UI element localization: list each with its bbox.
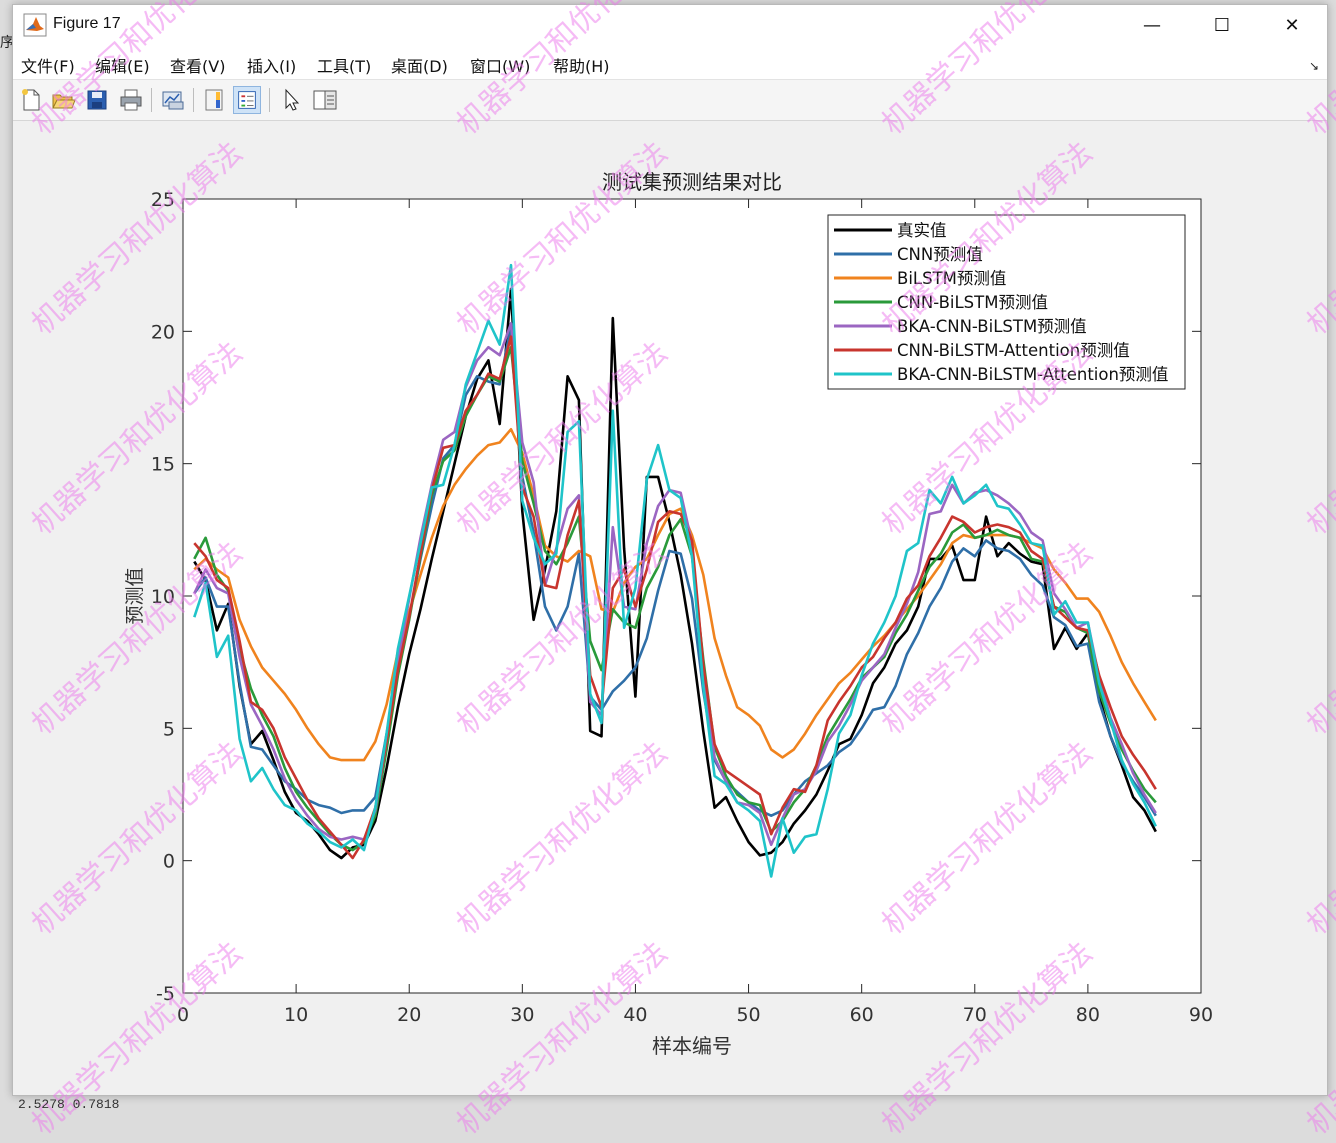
menu-desktop[interactable]: 桌面(D) xyxy=(391,53,448,77)
legend-label: 真实值 xyxy=(897,221,947,240)
menu-view[interactable]: 查看(V) xyxy=(170,53,225,77)
line-chart[interactable]: 测试集预测结果对比 样本编号 预测值 0 10 20 30 40 50 60 70 80 90-5… xyxy=(13,121,1327,1097)
maximize-button[interactable]: ☐ xyxy=(1187,5,1257,45)
legend-label: BKA-CNN-BiLSTM-Attention预测值 xyxy=(897,365,1168,384)
figure-canvas-area: 测试集预测结果对比 样本编号 预测值 0 10 20 30 40 50 60 70 80 90 -5… xyxy=(13,121,1327,1095)
property-inspector-icon[interactable] xyxy=(311,86,339,114)
title-bar[interactable]: Figure 17 — ☐ ✕ xyxy=(13,5,1327,45)
maximize-icon: ☐ xyxy=(1213,14,1231,36)
minimize-icon: — xyxy=(1143,14,1161,36)
x-axis-label: 样本编号 xyxy=(652,1034,732,1058)
figure-window: Figure 17 — ☐ ✕ 文件(F) 编辑(E) 查看(V) 插入(I) … xyxy=(12,4,1328,1096)
y-tick-label: 0 xyxy=(163,851,175,873)
y-tick-label: 5 xyxy=(163,718,175,740)
legend-label: CNN预测值 xyxy=(897,245,983,264)
y-tick-label: -5 xyxy=(156,983,175,1005)
y-tick-label: 10 xyxy=(151,586,175,608)
insert-legend-icon[interactable] xyxy=(233,86,261,114)
x-tick-label: 70 xyxy=(963,1004,987,1026)
menu-bar: 文件(F) 编辑(E) 查看(V) 插入(I) 工具(T) 桌面(D) 窗口(W… xyxy=(13,45,1327,80)
menu-insert[interactable]: 插入(I) xyxy=(247,53,296,77)
menu-tools[interactable]: 工具(T) xyxy=(317,53,371,77)
menu-window[interactable]: 窗口(W) xyxy=(470,53,530,77)
print-icon[interactable] xyxy=(117,86,145,114)
y-axis-label: 预测值 xyxy=(124,567,146,624)
legend-label: BKA-CNN-BiLSTM预测值 xyxy=(897,317,1087,336)
matlab-logo-icon xyxy=(23,13,47,37)
legend-label: CNN-BiLSTM-Attention预测值 xyxy=(897,341,1130,360)
link-plot-icon[interactable] xyxy=(159,86,187,114)
x-tick-label: 10 xyxy=(284,1004,308,1026)
toolbar-separator xyxy=(151,88,152,112)
save-icon[interactable] xyxy=(83,86,111,114)
figure-toolbar xyxy=(13,80,1327,121)
y-tick-label: 25 xyxy=(151,189,175,211)
x-tick-label: 60 xyxy=(850,1004,874,1026)
insert-colorbar-icon[interactable] xyxy=(201,86,229,114)
legend-label: CNN-BiLSTM预测值 xyxy=(897,293,1048,312)
y-tick-label: 15 xyxy=(151,454,175,476)
x-tick-label: 90 xyxy=(1189,1004,1213,1026)
menu-file[interactable]: 文件(F) xyxy=(21,53,75,77)
bottom-readout-text: 2.5278 0.7818 xyxy=(18,1097,120,1112)
x-tick-label: 40 xyxy=(623,1004,647,1026)
dock-arrow-icon[interactable]: ↘ xyxy=(1309,59,1319,73)
legend-label: BiLSTM预测值 xyxy=(897,269,1006,288)
menu-edit[interactable]: 编辑(E) xyxy=(95,53,150,77)
toolbar-separator xyxy=(269,88,270,112)
minimize-button[interactable]: — xyxy=(1117,5,1187,45)
x-tick-label: 20 xyxy=(397,1004,421,1026)
close-button[interactable]: ✕ xyxy=(1257,5,1327,45)
x-tick-label: 0 xyxy=(177,1004,189,1026)
x-tick-label: 30 xyxy=(510,1004,534,1026)
close-icon: ✕ xyxy=(1284,14,1300,36)
window-title: Figure 17 xyxy=(53,15,121,32)
x-tick-label: 50 xyxy=(736,1004,760,1026)
toolbar-separator xyxy=(193,88,194,112)
y-tick-label: 20 xyxy=(151,321,175,343)
open-file-icon[interactable] xyxy=(49,86,77,114)
chart-title: 测试集预测结果对比 xyxy=(602,170,782,194)
edit-plot-pointer-icon[interactable] xyxy=(277,86,305,114)
menu-help[interactable]: 帮助(H) xyxy=(553,53,610,77)
x-tick-label: 80 xyxy=(1076,1004,1100,1026)
new-figure-icon[interactable] xyxy=(17,86,45,114)
